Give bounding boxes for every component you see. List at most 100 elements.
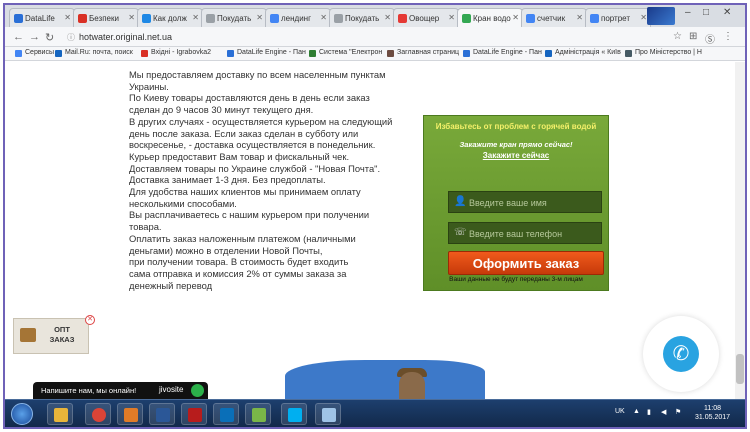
tab-close-icon[interactable]: ✕ (512, 13, 519, 22)
phone-input[interactable]: ☏ Введите ваш телефон (448, 222, 602, 244)
taskbar-chrome[interactable] (85, 403, 111, 425)
taskbar-paint[interactable] (245, 403, 271, 425)
browser-tab[interactable]: Безпеки ✕ (73, 8, 139, 27)
worker-image (399, 372, 425, 402)
back-icon[interactable]: ← (13, 31, 24, 43)
text-line: сделан до 9 часов 30 минут текущего дня. (129, 104, 314, 116)
menu-icon[interactable]: ⋮ (723, 31, 733, 42)
page-info-icon[interactable]: ⓘ (67, 32, 75, 43)
tab-favicon-icon (270, 14, 279, 23)
tab-close-icon[interactable]: ✕ (128, 13, 135, 22)
text-line: деньгами) можно в отделении Новой Почты, (129, 244, 323, 256)
tab-close-icon[interactable]: ✕ (576, 13, 583, 22)
browser-tab[interactable]: Как долж ✕ (137, 8, 203, 27)
word-icon (156, 408, 170, 422)
browser-tab[interactable]: DataLife ✕ (9, 8, 75, 27)
address-bar: ← → ↻ ⓘ hotwater.original.net.ua ☆ ⊞ Ⓢ ⋮ (5, 27, 745, 47)
web-page: Мы предоставляем доставку по всем населе… (5, 62, 745, 402)
tab-favicon-icon (142, 14, 151, 23)
bookmark-favicon-icon (227, 50, 234, 57)
phone-placeholder: Введите ваш телефон (469, 229, 563, 239)
forward-icon[interactable]: → (29, 31, 40, 43)
text-line: Для удобства наших клиентов мы принимаем… (129, 186, 361, 198)
delivery-info-text: Мы предоставляем доставку по всем населе… (129, 69, 399, 291)
browser-tab[interactable]: лендинг ✕ (265, 8, 331, 27)
bookmark-item[interactable]: Система "Електрон (309, 49, 382, 57)
maximize-icon[interactable]: □ (703, 7, 709, 18)
bookmark-item[interactable]: DataLife Engine - Пан (463, 49, 542, 57)
text-line: воскресенье, - доставка осуществляется в… (129, 139, 376, 151)
reload-icon[interactable]: ↻ (45, 31, 54, 44)
close-window-icon[interactable]: ✕ (723, 7, 731, 18)
bookmark-item[interactable]: Про Міністерство | Н (625, 49, 702, 57)
extension-icon[interactable]: ⊞ (689, 31, 697, 42)
tab-label: лендинг (281, 14, 312, 23)
tab-close-icon[interactable]: ✕ (640, 13, 647, 22)
language-indicator[interactable]: UK (615, 408, 625, 415)
bookmark-favicon-icon (387, 50, 394, 57)
text-line: Вы расплачиваетесь с нашим курьером при … (129, 209, 370, 221)
folder-icon (54, 408, 68, 422)
tab-favicon-icon (78, 14, 87, 23)
volume-icon[interactable]: ◀ (661, 408, 666, 416)
live-chat-bar[interactable]: Напишите нам, мы онлайн! jivosite (33, 382, 208, 399)
tab-close-icon[interactable]: ✕ (256, 13, 263, 22)
tray-arrow-icon[interactable]: ▲ (633, 408, 640, 415)
tab-label: Как долж (153, 14, 187, 23)
skype-icon (288, 408, 302, 422)
screenshot-frame: DataLife ✕ Безпеки ✕ Как долж ✕ Покудать ✕ л… (3, 3, 747, 429)
bookmark-item[interactable]: Сервисы (15, 49, 54, 57)
tab-close-icon[interactable]: ✕ (448, 13, 455, 22)
browser-tab-active[interactable]: Кран водо ✕ (457, 8, 523, 28)
bookmark-item[interactable]: DataLife Engine - Пан (227, 49, 306, 57)
name-input[interactable]: 👤 Введите ваше имя (448, 191, 602, 213)
bookmark-label: DataLife Engine - Пан (473, 49, 542, 56)
taskbar-app[interactable] (213, 403, 239, 425)
taskbar-explorer[interactable] (47, 403, 73, 425)
taskbar-word[interactable] (149, 403, 175, 425)
pdf-icon (188, 408, 202, 422)
skype-extension-icon[interactable]: Ⓢ (705, 31, 715, 46)
bookmark-star-icon[interactable]: ☆ (673, 31, 682, 42)
callback-widget[interactable]: ✆ (643, 316, 719, 392)
minimize-icon[interactable]: – (685, 7, 691, 18)
bookmark-item[interactable]: Mail.Ru: почта, поиск (55, 49, 133, 57)
tab-close-icon[interactable]: ✕ (320, 13, 327, 22)
taskbar-pdf[interactable] (181, 403, 207, 425)
browser-tab[interactable]: Покудать ✕ (201, 8, 267, 27)
bookmark-item[interactable]: Заглавная страниц (387, 49, 459, 57)
close-icon[interactable]: ✕ (85, 315, 95, 325)
taskbar-media-player[interactable] (117, 403, 143, 425)
network-icon[interactable]: ▮ (647, 408, 651, 416)
browser-tab[interactable]: портрет ✕ (585, 8, 651, 27)
order-now-link[interactable]: Закажите сейчас (424, 151, 608, 160)
tab-close-icon[interactable]: ✕ (64, 13, 71, 22)
taskbar-skype[interactable] (281, 403, 307, 425)
start-button[interactable] (11, 403, 33, 425)
bookmark-favicon-icon (625, 50, 632, 57)
browser-tab[interactable]: Покудать ✕ (329, 8, 395, 27)
bookmark-favicon-icon (463, 50, 470, 57)
submit-order-button[interactable]: Оформить заказ (448, 251, 604, 275)
bookmark-item[interactable]: Адміністрація « Київ (545, 49, 621, 57)
scrollbar[interactable] (735, 62, 745, 399)
paint-icon (252, 408, 266, 422)
wholesale-order-widget[interactable]: ОПТ ЗАКАЗ (13, 318, 89, 354)
text-line: день после заказа. Если заказ сделан в с… (129, 127, 359, 139)
tab-favicon-icon (14, 14, 23, 23)
tab-close-icon[interactable]: ✕ (384, 13, 391, 22)
browser-tab[interactable]: Овощер ✕ (393, 8, 459, 27)
taskbar-notepad[interactable] (315, 403, 341, 425)
bookmark-item[interactable]: Вхідні - Igrabovka2 (141, 49, 211, 57)
text-line: Доставка занимает 1-3 дня. Без предоплат… (129, 174, 326, 186)
text-line: Курьер предоставит Вам товар и фискальны… (129, 150, 350, 162)
ukraine-map-image (285, 360, 485, 400)
flag-icon[interactable]: ⚑ (675, 408, 681, 416)
tab-close-icon[interactable]: ✕ (192, 13, 199, 22)
browser-tab[interactable]: счетчик ✕ (521, 8, 587, 27)
bookmarks-bar: Сервисы Mail.Ru: почта, поиск Вхідні - I… (5, 47, 745, 61)
system-clock[interactable]: 11:08 31.05.2017 (695, 404, 730, 422)
bookmark-label: DataLife Engine - Пан (237, 49, 306, 56)
url-input[interactable]: ⓘ hotwater.original.net.ua (67, 30, 667, 44)
scrollbar-thumb[interactable] (736, 354, 744, 384)
